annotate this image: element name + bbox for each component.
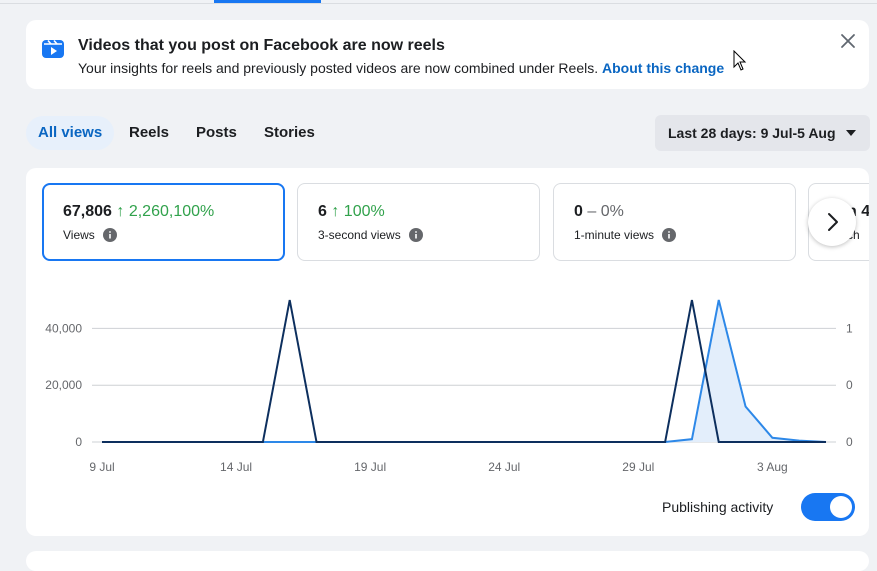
- info-icon[interactable]: [102, 228, 117, 242]
- toggle-knob: [830, 496, 852, 518]
- y-tick-label-right: 1: [846, 321, 853, 335]
- metric-value-row: 0 – 0%: [574, 203, 624, 221]
- y-tick-label-right: 0: [846, 378, 853, 392]
- views-insights-card: 67,806 ↑ 2,260,100% Views 6 ↑ 100% 3-sec…: [26, 168, 869, 536]
- metric-value: 6: [318, 203, 327, 220]
- y-tick-label-right: 0: [846, 435, 853, 449]
- publishing-activity-label: Publishing activity: [662, 499, 774, 515]
- y-tick-label-left: 20,000: [45, 378, 82, 392]
- date-range-dropdown[interactable]: Last 28 days: 9 Jul-5 Aug: [655, 115, 870, 151]
- y-tick-label-left: 40,000: [45, 321, 82, 335]
- reels-icon: [42, 39, 64, 58]
- info-icon[interactable]: [408, 228, 423, 242]
- metric-change: ↑ 100%: [331, 203, 385, 220]
- views-line-chart: 0 020,000 040,000 19 Jul 14 Jul 19 Jul 24 Jul 2…: [45, 299, 853, 474]
- publishing-activity-toggle[interactable]: [801, 493, 855, 521]
- tab-all-views[interactable]: All views: [26, 116, 115, 150]
- date-range-label: Last 28 days: 9 Jul-5 Aug: [668, 125, 836, 141]
- tab-posts[interactable]: Posts: [184, 116, 249, 150]
- x-tick-label: 3 Aug: [757, 460, 788, 474]
- caret-down-icon: [846, 130, 856, 136]
- next-metrics-button[interactable]: [808, 198, 856, 246]
- next-section-card: [26, 551, 869, 571]
- x-tick-label: 24 Jul: [488, 460, 520, 474]
- chevron-right-icon: [828, 213, 838, 231]
- info-icon[interactable]: [662, 228, 677, 242]
- mouse-pointer-icon: [733, 50, 747, 71]
- x-tick-label: 19 Jul: [354, 460, 386, 474]
- metric-card-views[interactable]: 67,806 ↑ 2,260,100% Views: [42, 183, 285, 261]
- x-tick-label: 14 Jul: [220, 460, 252, 474]
- close-icon[interactable]: [837, 30, 859, 52]
- tab-stories[interactable]: Stories: [252, 116, 327, 150]
- metric-card-1-minute-views[interactable]: 0 – 0% 1-minute views: [553, 183, 796, 261]
- metric-value-row: 67,806 ↑ 2,260,100%: [63, 203, 214, 221]
- metric-label: Views: [63, 228, 95, 242]
- metric-label-row: 1-minute views: [574, 228, 677, 242]
- tab-reels[interactable]: Reels: [117, 116, 181, 150]
- nav-divider: [0, 3, 877, 4]
- metric-card-3-second-views[interactable]: 6 ↑ 100% 3-second views: [297, 183, 540, 261]
- notice-body: Your insights for reels and previously p…: [78, 60, 724, 76]
- metric-label: 3-second views: [318, 228, 401, 242]
- notice-body-text: Your insights for reels and previously p…: [78, 60, 599, 76]
- x-tick-label: 9 Jul: [89, 460, 114, 474]
- metric-value-row: 6 ↑ 100%: [318, 203, 385, 221]
- y-tick-label-left: 0: [75, 435, 82, 449]
- metric-label-row: Views: [63, 228, 117, 242]
- metric-label-row: 3-second views: [318, 228, 423, 242]
- notice-title: Videos that you post on Facebook are now…: [78, 37, 445, 54]
- about-this-change-link[interactable]: About this change: [602, 60, 724, 76]
- x-tick-label: 29 Jul: [622, 460, 654, 474]
- metric-value: 0: [574, 203, 583, 220]
- metric-change: ↑ 2,260,100%: [116, 203, 215, 220]
- metric-label: 1-minute views: [574, 228, 655, 242]
- views-area-fill: [102, 300, 826, 442]
- metric-value: 67,806: [63, 203, 112, 220]
- metric-change: – 0%: [587, 203, 624, 220]
